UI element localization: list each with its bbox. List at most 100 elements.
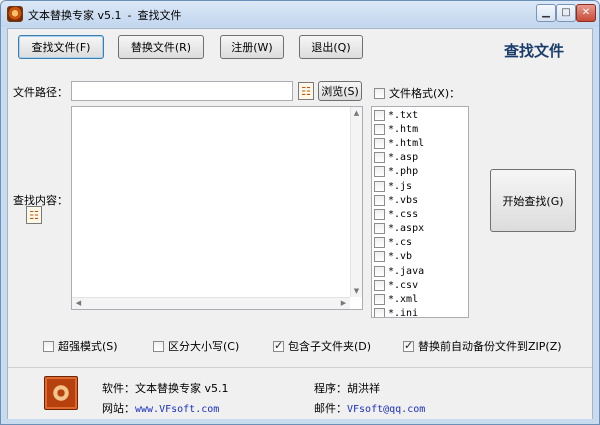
file-format-item[interactable]: *.xml [374, 292, 424, 306]
email-label: 邮件： [314, 402, 347, 415]
replace-files-button[interactable]: 替换文件(R) [118, 35, 204, 59]
title-bar[interactable]: 文本替换专家 v5.1- 查找文件 ▁ □ ✕ [1, 1, 599, 27]
start-find-button[interactable]: 开始查找(G) [490, 169, 576, 232]
file-format-item-label: *.ini [388, 308, 419, 318]
file-format-item-label: *.vbs [388, 194, 419, 206]
file-format-item-label: *.asp [388, 152, 419, 164]
file-format-item[interactable]: *.aspx [374, 222, 424, 236]
software-value: 文本替换专家 v5.1 [135, 382, 229, 395]
file-format-item-checkbox[interactable] [374, 251, 385, 263]
software-info: 软件：文本替换专家 v5.1 [102, 380, 229, 396]
scroll-left-arrow-icon[interactable]: ◀ [73, 298, 84, 308]
browse-button[interactable]: 浏览(S) [318, 81, 362, 101]
page-title: 查找文件 [504, 42, 565, 60]
file-format-item-checkbox[interactable] [374, 265, 385, 277]
content-textarea[interactable]: ▲ ▼ ◀ ▶ [71, 106, 363, 310]
gear-icon [52, 384, 70, 402]
file-format-item[interactable]: *.php [374, 165, 424, 179]
file-format-item-label: *.vb [388, 251, 413, 263]
file-format-item[interactable]: *.cs [374, 236, 424, 250]
website-link[interactable]: www.VFsoft.com [135, 404, 219, 415]
file-format-item-checkbox[interactable] [374, 308, 385, 317]
file-format-item[interactable]: *.css [374, 207, 424, 221]
content-horizontal-scrollbar[interactable]: ◀ ▶ [72, 297, 350, 309]
file-format-toggle[interactable]: 文件格式(X)： [374, 85, 460, 101]
file-format-checkbox[interactable] [374, 87, 385, 99]
backup-zip-label: 替换前自动备份文件到ZIP(Z) [418, 340, 562, 353]
include-subfolders-checkbox[interactable] [273, 339, 284, 352]
super-mode-label: 超强模式(S) [58, 340, 118, 353]
file-format-label: 文件格式(X)： [389, 87, 461, 100]
product-logo-icon [44, 376, 78, 410]
footer-info: 软件：文本替换专家 v5.1 网站：www.VFsoft.com 程序：胡洪祥 … [8, 367, 592, 419]
main-panel: 查找文件(F) 替换文件(R) 注册(W) 退出(Q) 查找文件 文件路径： ☷… [7, 28, 593, 419]
file-format-item-checkbox[interactable] [374, 137, 385, 149]
case-sensitive-option[interactable]: 区分大小写(C) [153, 338, 239, 354]
file-format-item[interactable]: *.txt [374, 108, 424, 122]
file-format-item-label: *.htm [388, 123, 419, 135]
file-format-item-checkbox[interactable] [374, 180, 385, 192]
close-icon[interactable]: ✕ [576, 4, 596, 22]
file-format-item-checkbox[interactable] [374, 194, 385, 206]
file-format-item[interactable]: *.csv [374, 278, 424, 292]
file-format-item-checkbox[interactable] [374, 109, 385, 121]
app-window: 文本替换专家 v5.1- 查找文件 ▁ □ ✕ 查找文件(F) 替换文件(R) 注… [0, 0, 600, 425]
super-mode-option[interactable]: 超强模式(S) [43, 338, 118, 354]
file-format-item-checkbox[interactable] [374, 152, 385, 164]
file-format-item-checkbox[interactable] [374, 294, 385, 306]
file-format-item-label: *.css [388, 208, 419, 220]
register-button[interactable]: 注册(W) [220, 35, 284, 59]
backup-zip-option[interactable]: 替换前自动备份文件到ZIP(Z) [403, 338, 562, 354]
super-mode-checkbox[interactable] [43, 340, 54, 352]
file-format-item-checkbox[interactable] [374, 123, 385, 135]
email-info: 邮件：VFsoft@qq.com [314, 400, 425, 416]
window-title: 文本替换专家 v5.1- 查找文件 [28, 7, 181, 23]
file-format-list[interactable]: *.txt *.htm *.html *.asp *.php *.js *.vbs *.css… [371, 106, 469, 318]
exit-button[interactable]: 退出(Q) [299, 35, 363, 59]
case-sensitive-label: 区分大小写(C) [168, 340, 240, 353]
file-format-item[interactable]: *.ini [374, 307, 424, 318]
file-format-item[interactable]: *.vbs [374, 193, 424, 207]
file-format-item[interactable]: *.js [374, 179, 424, 193]
author-label: 程序： [314, 382, 347, 395]
path-list-icon[interactable]: ☷ [298, 82, 314, 100]
file-format-item-label: *.java [388, 265, 425, 277]
file-format-item-label: *.html [388, 137, 425, 149]
file-format-item-checkbox[interactable] [374, 223, 385, 235]
content-list-icon[interactable]: ☷ [26, 206, 42, 224]
file-format-item-checkbox[interactable] [374, 208, 385, 220]
scroll-up-arrow-icon[interactable]: ▲ [351, 108, 362, 118]
file-format-item-label: *.txt [388, 109, 419, 121]
include-subfolders-label: 包含子文件夹(D) [288, 340, 372, 353]
maximize-icon[interactable]: □ [556, 4, 576, 22]
content-vertical-scrollbar[interactable]: ▲ ▼ [350, 107, 362, 297]
file-format-item[interactable]: *.vb [374, 250, 424, 264]
file-format-item[interactable]: *.asp [374, 151, 424, 165]
include-subfolders-option[interactable]: 包含子文件夹(D) [273, 338, 371, 354]
file-format-item[interactable]: *.java [374, 264, 424, 278]
find-files-button[interactable]: 查找文件(F) [18, 35, 104, 59]
email-link[interactable]: VFsoft@qq.com [347, 404, 425, 415]
backup-zip-checkbox[interactable] [403, 339, 414, 352]
file-format-item[interactable]: *.htm [374, 122, 424, 136]
file-format-item-checkbox[interactable] [374, 166, 385, 178]
scroll-right-arrow-icon[interactable]: ▶ [338, 298, 349, 308]
path-input[interactable] [71, 81, 293, 101]
scroll-down-arrow-icon[interactable]: ▼ [351, 286, 362, 296]
title-separator: - [127, 9, 132, 22]
file-format-item-label: *.xml [388, 294, 419, 306]
case-sensitive-checkbox[interactable] [153, 340, 164, 352]
file-format-item-checkbox[interactable] [374, 279, 385, 291]
file-format-item-label: *.csv [388, 279, 419, 291]
minimize-icon[interactable]: ▁ [536, 4, 556, 22]
software-label: 软件： [102, 382, 135, 395]
author-value: 胡洪祥 [347, 382, 380, 395]
app-title: 文本替换专家 v5.1 [28, 9, 122, 22]
path-label: 文件路径： [13, 86, 68, 99]
mode-title: 查找文件 [137, 9, 182, 22]
file-format-item-checkbox[interactable] [374, 237, 385, 249]
file-format-item[interactable]: *.html [374, 136, 424, 150]
author-info: 程序：胡洪祥 [314, 380, 380, 396]
app-logo-icon[interactable] [7, 6, 23, 22]
file-format-item-label: *.cs [388, 237, 413, 249]
